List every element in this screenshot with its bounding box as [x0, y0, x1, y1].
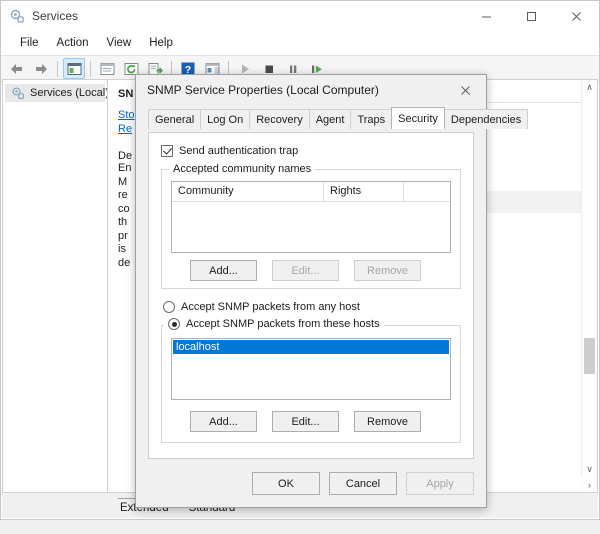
tab-security[interactable]: Security	[391, 107, 445, 129]
column-header-community[interactable]: Community	[172, 182, 324, 201]
dialog-titlebar: SNMP Service Properties (Local Computer)	[136, 75, 486, 105]
console-tree-pane: Services (Local)	[2, 79, 107, 493]
apply-button: Apply	[406, 472, 474, 495]
community-buttons: Add... Edit... Remove	[190, 260, 421, 281]
accept-from-these-hosts-radio[interactable]	[168, 318, 180, 330]
menu-action[interactable]: Action	[48, 35, 98, 51]
services-application: Services File Action View Help	[0, 0, 600, 534]
tab-log-on[interactable]: Log On	[200, 109, 250, 129]
back-icon[interactable]	[6, 58, 28, 79]
dialog-tabs: General Log On Recovery Agent Traps Secu…	[148, 109, 486, 129]
accept-from-these-hosts-row[interactable]: Accept SNMP packets from these hosts	[164, 318, 384, 330]
community-listview-header: Community Rights	[172, 182, 450, 202]
close-button[interactable]	[554, 1, 599, 31]
sidebar-item-label: Services (Local)	[30, 87, 109, 99]
hosts-listbox[interactable]: localhost	[171, 338, 451, 400]
hosts-remove-button[interactable]: Remove	[354, 411, 421, 432]
send-authentication-trap-label: Send authentication trap	[179, 145, 298, 157]
list-item[interactable]: localhost	[173, 340, 449, 354]
hosts-buttons: Add... Edit... Remove	[190, 411, 421, 432]
dialog-footer-buttons: OK Cancel Apply	[252, 472, 474, 495]
accept-from-any-host-label: Accept SNMP packets from any host	[181, 301, 360, 313]
scroll-right-icon[interactable]: ›	[582, 477, 597, 492]
column-header-spacer	[404, 182, 450, 201]
dialog-close-button[interactable]	[444, 75, 486, 105]
menu-file[interactable]: File	[11, 35, 48, 51]
hosts-add-button[interactable]: Add...	[190, 411, 257, 432]
sidebar-item-services-local[interactable]: Services (Local)	[5, 84, 105, 102]
properties-icon[interactable]	[96, 58, 118, 79]
tab-agent[interactable]: Agent	[309, 109, 352, 129]
accepted-community-names-legend: Accepted community names	[169, 163, 315, 175]
security-tab-panel: Send authentication trap Accepted commun…	[148, 132, 474, 459]
send-authentication-trap-row[interactable]: Send authentication trap	[161, 145, 473, 157]
menu-view[interactable]: View	[98, 35, 141, 51]
snmp-service-properties-dialog: SNMP Service Properties (Local Computer)…	[135, 74, 487, 508]
community-add-button[interactable]: Add...	[190, 260, 257, 281]
community-names-listview[interactable]: Community Rights	[171, 181, 451, 253]
menubar: File Action View Help	[1, 32, 599, 55]
window-titlebar: Services	[1, 1, 599, 32]
menu-help[interactable]: Help	[140, 35, 182, 51]
services-list-vertical-scrollbar[interactable]: ∧ ∨	[581, 80, 597, 477]
accept-from-these-hosts-group: Accept SNMP packets from these hosts loc…	[161, 325, 461, 443]
window-controls	[464, 1, 599, 31]
scroll-up-icon[interactable]: ∧	[582, 80, 597, 95]
toolbar-separator	[57, 61, 58, 77]
community-remove-button: Remove	[354, 260, 421, 281]
tab-traps[interactable]: Traps	[350, 109, 392, 129]
hosts-edit-button[interactable]: Edit...	[272, 411, 339, 432]
window-title: Services	[32, 9, 78, 23]
maximize-button[interactable]	[509, 1, 554, 31]
tab-dependencies[interactable]: Dependencies	[444, 109, 528, 129]
send-authentication-trap-checkbox[interactable]	[161, 145, 173, 157]
ok-button[interactable]: OK	[252, 472, 320, 495]
toolbar-separator	[90, 61, 91, 77]
accept-from-any-host-row[interactable]: Accept SNMP packets from any host	[163, 301, 360, 313]
tab-recovery[interactable]: Recovery	[249, 109, 309, 129]
accepted-community-names-group: Accepted community names Community Right…	[161, 169, 461, 289]
show-hide-console-tree-icon[interactable]	[63, 58, 85, 79]
services-gear-icon	[9, 8, 25, 24]
accept-from-any-host-radio[interactable]	[163, 301, 175, 313]
services-gear-icon	[11, 86, 25, 100]
forward-icon[interactable]	[30, 58, 52, 79]
scroll-down-icon[interactable]: ∨	[582, 462, 597, 477]
cancel-button[interactable]: Cancel	[329, 472, 397, 495]
column-header-rights[interactable]: Rights	[324, 182, 404, 201]
minimize-button[interactable]	[464, 1, 509, 31]
dialog-title: SNMP Service Properties (Local Computer)	[147, 83, 379, 97]
tab-general[interactable]: General	[148, 109, 201, 129]
accept-from-these-hosts-label: Accept SNMP packets from these hosts	[186, 318, 380, 330]
community-edit-button: Edit...	[272, 260, 339, 281]
scrollbar-thumb[interactable]	[584, 338, 595, 374]
